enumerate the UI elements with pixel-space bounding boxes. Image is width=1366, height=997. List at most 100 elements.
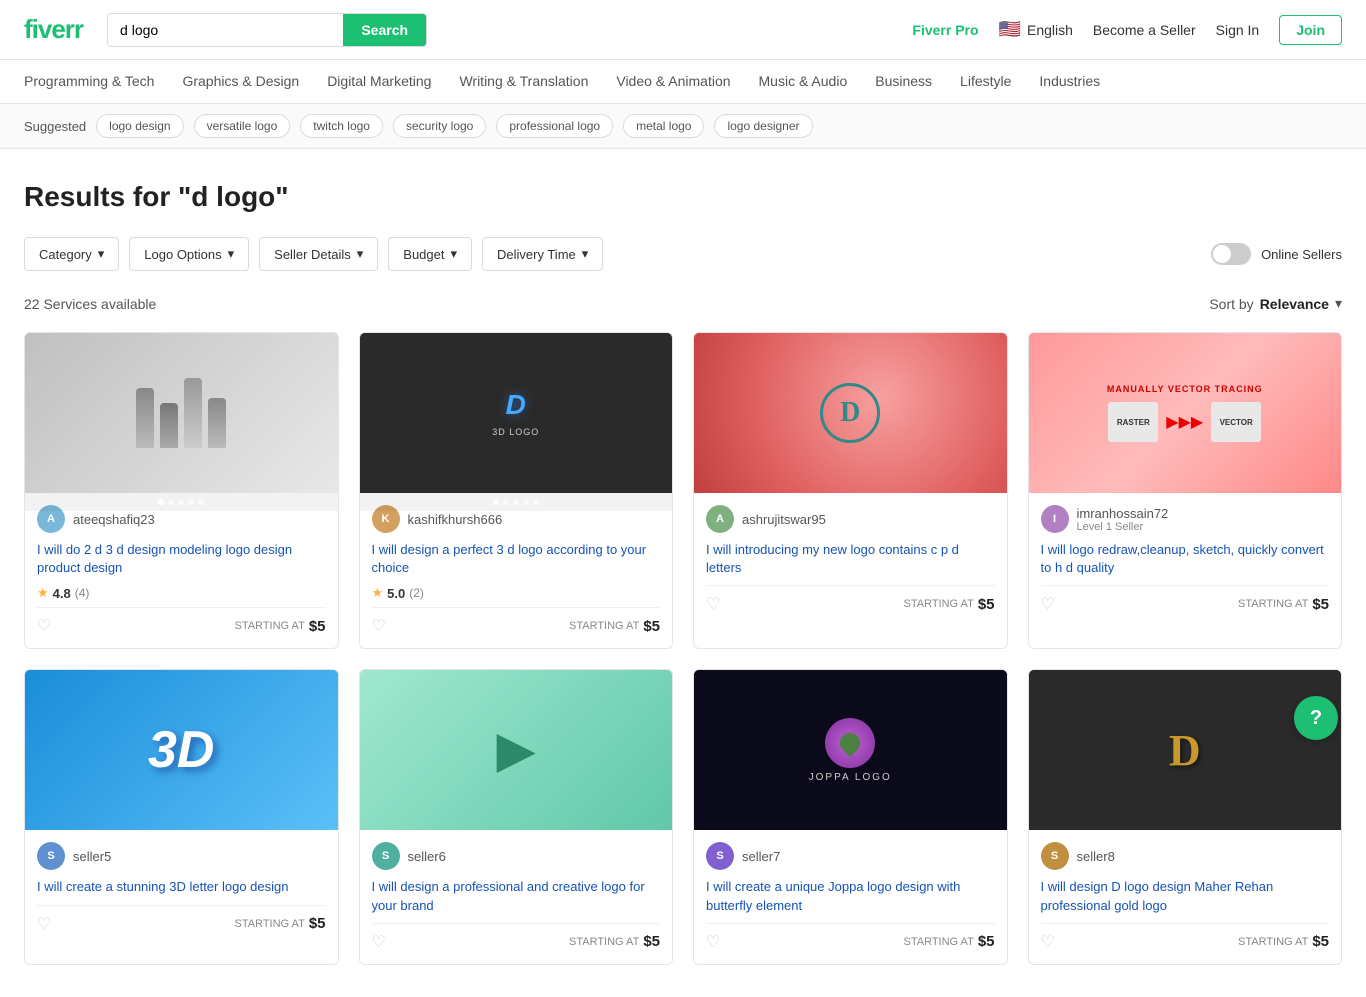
favorite-button[interactable]: ♡ <box>372 932 386 952</box>
starting-at-label: STARTING AT <box>904 936 974 948</box>
card-title[interactable]: I will design a professional and creativ… <box>372 878 661 914</box>
filter-label: Delivery Time <box>497 247 576 262</box>
seller-name[interactable]: seller6 <box>408 849 446 864</box>
search-input[interactable] <box>108 14 343 46</box>
nav-item-video[interactable]: Video & Animation <box>616 73 730 91</box>
card-card6[interactable]: ▶Sseller6I will design a professional an… <box>359 669 674 964</box>
seller-level: Level 1 Seller <box>1077 521 1169 533</box>
become-seller-link[interactable]: Become a Seller <box>1093 22 1196 38</box>
sort-label: Sort by <box>1209 296 1253 312</box>
card-card5[interactable]: 3DSseller5I will create a stunning 3D le… <box>24 669 339 964</box>
language-selector[interactable]: 🇺🇸 English <box>999 19 1073 40</box>
results-title: Results for "d logo" <box>24 181 1342 213</box>
card-price: $5 <box>978 596 995 613</box>
favorite-button[interactable]: ♡ <box>37 616 51 636</box>
filter-category[interactable]: Category▾ <box>24 237 119 271</box>
filter-delivery-time[interactable]: Delivery Time ▾ <box>482 237 603 271</box>
rating-count: (2) <box>409 586 424 600</box>
logo[interactable]: fiverr <box>24 14 83 45</box>
header-right: Fiverr Pro 🇺🇸 English Become a Seller Si… <box>912 15 1342 45</box>
card-image: D 3D LOGO <box>360 333 673 493</box>
seller-name[interactable]: seller7 <box>742 849 780 864</box>
card-title[interactable]: I will do 2 d 3 d design modeling logo d… <box>37 541 326 577</box>
favorite-button[interactable]: ♡ <box>706 932 720 952</box>
card-card3[interactable]: D Aashrujitswar95I will introducing my n… <box>693 332 1008 649</box>
favorite-button[interactable]: ♡ <box>1041 932 1055 952</box>
chevron-down-icon: ▾ <box>357 246 364 262</box>
favorite-button[interactable]: ♡ <box>706 594 720 614</box>
card-image: MANUALLY VECTOR TRACING RASTER ▶▶▶ VECTO… <box>1029 333 1342 493</box>
card-seller: Aashrujitswar95 <box>706 505 995 533</box>
seller-name[interactable]: kashifkhursh666 <box>408 512 503 527</box>
online-sellers-label: Online Sellers <box>1261 247 1342 262</box>
price-wrap: STARTING AT $5 <box>1238 933 1329 950</box>
card-title[interactable]: I will create a stunning 3D letter logo … <box>37 878 326 896</box>
help-button[interactable]: ? <box>1294 696 1338 740</box>
filter-logo-options[interactable]: Logo Options▾ <box>129 237 249 271</box>
main-nav: Programming & Tech Graphics & Design Digit… <box>0 60 1366 104</box>
seller-name[interactable]: ateeqshafiq23 <box>73 512 155 527</box>
search-bar: Search <box>107 13 427 47</box>
suggestion-tag[interactable]: twitch logo <box>300 114 383 138</box>
image-dots <box>360 493 673 511</box>
suggestion-tag[interactable]: security logo <box>393 114 486 138</box>
chevron-down-icon: ▾ <box>582 246 589 262</box>
price-wrap: STARTING AT $5 <box>569 933 660 950</box>
seller-name[interactable]: imranhossain72 <box>1077 506 1169 521</box>
card-footer: ♡ STARTING AT $5 <box>372 607 661 636</box>
main-content: Results for "d logo" Category▾ Logo Optio… <box>0 149 1366 997</box>
nav-item-writing[interactable]: Writing & Translation <box>459 73 588 91</box>
card-footer: ♡ STARTING AT $5 <box>706 585 995 614</box>
card-title[interactable]: I will design D logo design Maher Rehan … <box>1041 878 1330 914</box>
rating-count: (4) <box>75 586 90 600</box>
filter-budget[interactable]: Budget▾ <box>388 237 472 271</box>
suggestion-tag[interactable]: professional logo <box>496 114 613 138</box>
favorite-button[interactable]: ♡ <box>1041 594 1055 614</box>
chevron-down-icon: ▾ <box>228 246 235 262</box>
card-card2[interactable]: D 3D LOGOKkashifkhursh666I will design a… <box>359 332 674 649</box>
card-card4[interactable]: MANUALLY VECTOR TRACING RASTER ▶▶▶ VECTO… <box>1028 332 1343 649</box>
sort-value[interactable]: Relevance <box>1260 296 1329 312</box>
nav-item-digital[interactable]: Digital Marketing <box>327 73 431 91</box>
card-card1[interactable]: Aateeqshafiq23I will do 2 d 3 d design m… <box>24 332 339 649</box>
suggestion-tag[interactable]: versatile logo <box>194 114 291 138</box>
card-price: $5 <box>309 618 326 635</box>
nav-item-business[interactable]: Business <box>875 73 932 91</box>
filter-label: Budget <box>403 247 444 262</box>
language-label: English <box>1027 22 1073 38</box>
card-card7[interactable]: JOPPA LOGOSseller7I will create a unique… <box>693 669 1008 964</box>
card-title[interactable]: I will design a perfect 3 d logo accordi… <box>372 541 661 577</box>
search-button[interactable]: Search <box>343 14 426 46</box>
sign-in-link[interactable]: Sign In <box>1216 22 1260 38</box>
seller-name[interactable]: ashrujitswar95 <box>742 512 826 527</box>
suggestion-tag[interactable]: logo designer <box>714 114 812 138</box>
favorite-button[interactable]: ♡ <box>37 914 51 934</box>
flag-icon: 🇺🇸 <box>999 19 1021 40</box>
fiverr-pro-link[interactable]: Fiverr Pro <box>912 22 978 38</box>
card-price: $5 <box>978 933 995 950</box>
card-price: $5 <box>1312 933 1329 950</box>
filter-seller-details[interactable]: Seller Details▾ <box>259 237 378 271</box>
card-title[interactable]: I will create a unique Joppa logo design… <box>706 878 995 914</box>
nav-item-lifestyle[interactable]: Lifestyle <box>960 73 1011 91</box>
join-button[interactable]: Join <box>1279 15 1342 45</box>
card-title[interactable]: I will logo redraw,cleanup, sketch, quic… <box>1041 541 1330 577</box>
nav-item-graphics[interactable]: Graphics & Design <box>182 73 299 91</box>
nav-item-industries[interactable]: Industries <box>1039 73 1100 91</box>
nav-item-programming[interactable]: Programming & Tech <box>24 73 154 91</box>
avatar: S <box>1041 842 1069 870</box>
header: fiverr Search Fiverr Pro 🇺🇸 English Beco… <box>0 0 1366 60</box>
seller-name[interactable]: seller5 <box>73 849 111 864</box>
seller-name[interactable]: seller8 <box>1077 849 1115 864</box>
suggestion-tag[interactable]: logo design <box>96 114 183 138</box>
suggestion-tag[interactable]: metal logo <box>623 114 704 138</box>
count-sort-bar: 22 Services available Sort by Relevance … <box>24 295 1342 312</box>
card-title[interactable]: I will introducing my new logo contains … <box>706 541 995 577</box>
favorite-button[interactable]: ♡ <box>372 616 386 636</box>
card-image: JOPPA LOGO <box>694 670 1007 830</box>
nav-item-music[interactable]: Music & Audio <box>759 73 848 91</box>
online-sellers-toggle[interactable] <box>1211 243 1251 265</box>
chevron-down-icon: ▾ <box>98 246 105 262</box>
sort-chevron-icon[interactable]: ▾ <box>1335 295 1342 312</box>
suggested-label: Suggested <box>24 119 86 134</box>
